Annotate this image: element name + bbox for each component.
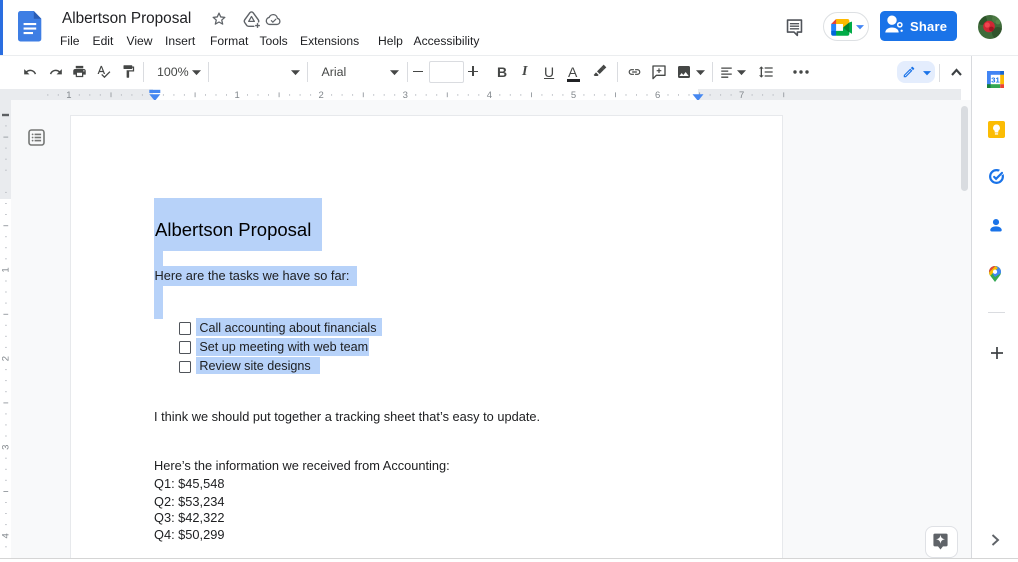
svg-text:4: 4: [1, 533, 11, 538]
svg-text:1: 1: [1, 267, 11, 272]
svg-text:2: 2: [1, 356, 11, 361]
svg-text:31: 31: [991, 76, 1000, 85]
svg-text:3: 3: [1, 445, 11, 450]
